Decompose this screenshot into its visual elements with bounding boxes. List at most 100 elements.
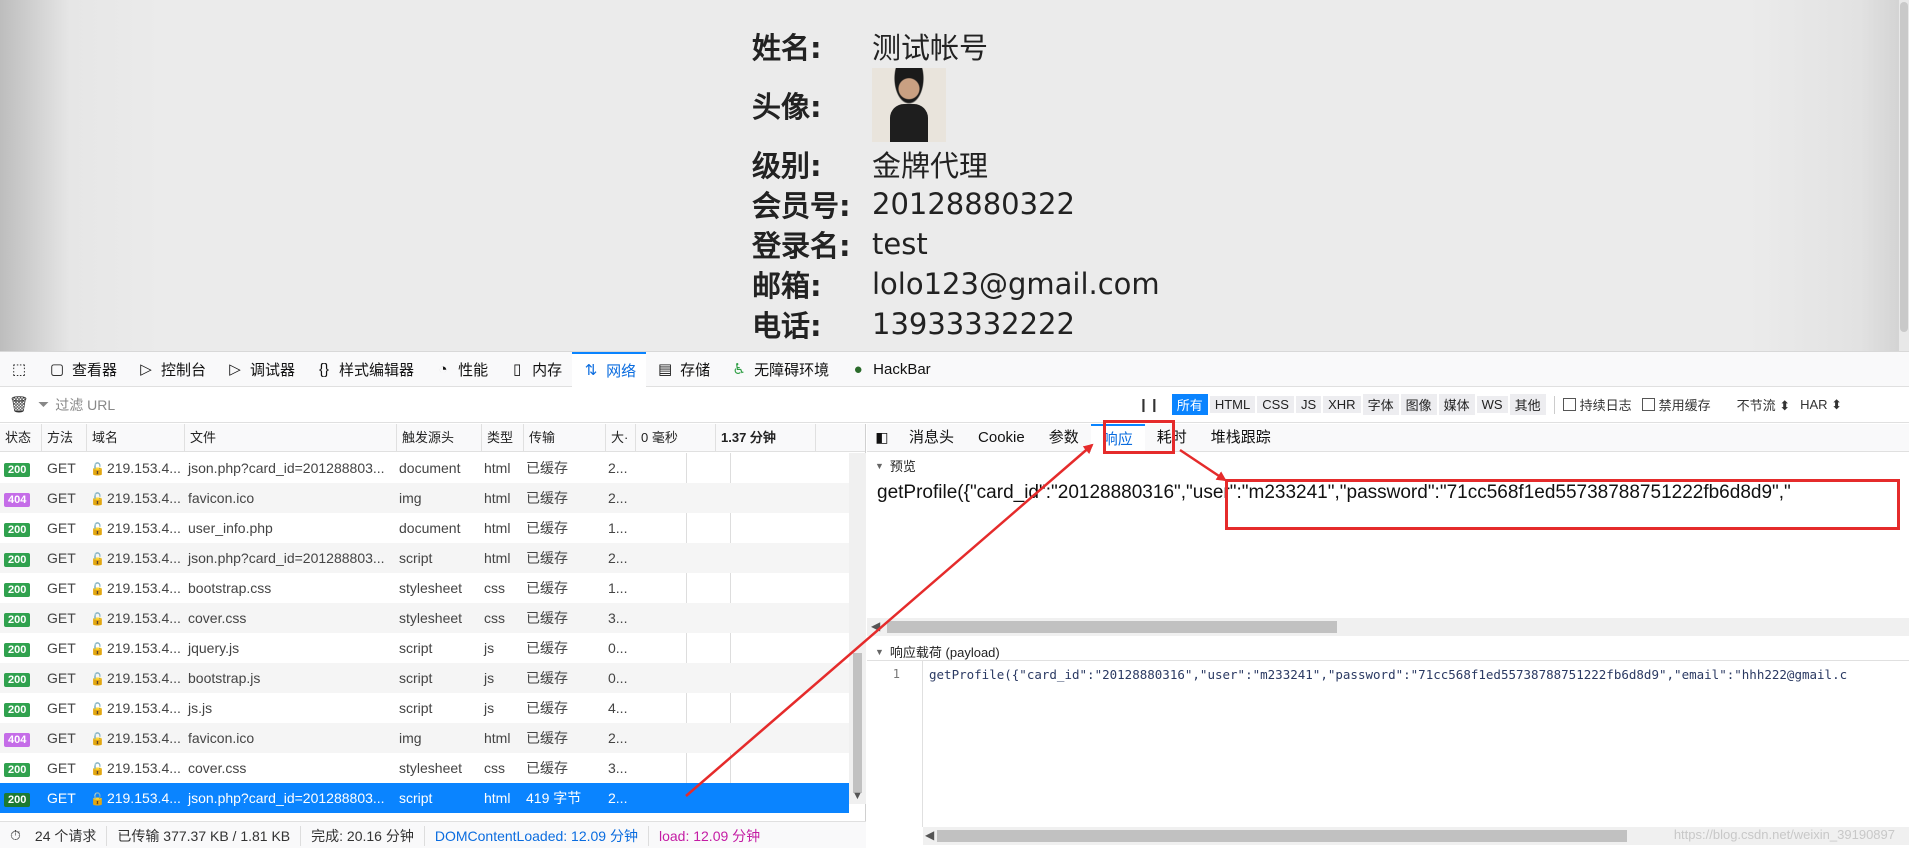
tab-accessibility[interactable]: ♿ 无障碍环境 <box>720 352 839 387</box>
filter-tab-fonts[interactable]: 字体 <box>1362 394 1399 415</box>
scroll-thumb[interactable] <box>887 621 1337 633</box>
file-cell: bootstrap.js <box>188 670 261 686</box>
payload-editor[interactable]: 1 getProfile({"card_id":"20128880316","u… <box>867 660 1909 827</box>
table-row[interactable]: 200 GET 🔓 219.153.4... user_info.php document… <box>0 513 849 543</box>
har-menu[interactable]: HAR ⬍ <box>1800 397 1842 413</box>
persist-log-checkbox[interactable]: 持续日志 <box>1562 395 1632 414</box>
size-cell: 3... <box>608 760 628 776</box>
table-row[interactable]: 200 GET 🔓 219.153.4... bootstrap.css styleshe… <box>0 573 849 603</box>
table-row[interactable]: 404 GET 🔓 219.153.4... favicon.ico img html 已缓存… <box>0 483 849 513</box>
col-status[interactable]: 状态 <box>0 423 42 452</box>
table-row[interactable]: 200 GET 🔓 219.153.4... cover.css stylesheet cs… <box>0 753 849 783</box>
screenshot: 姓名: 测试帐号 头像: 级别: 金牌代理 会员号: 20128880322 登… <box>0 0 1909 848</box>
size-cell: 2... <box>608 730 628 746</box>
checkbox-box[interactable] <box>1641 398 1655 411</box>
page-scrollbar[interactable] <box>1899 0 1909 351</box>
throttle-select[interactable]: 不节流 ⬍ <box>1737 395 1791 414</box>
inspector-icon: ▢ <box>49 361 65 378</box>
profile-label: 级别: <box>752 149 822 183</box>
col-domain[interactable]: 域名 <box>87 423 185 452</box>
checkbox-box[interactable] <box>1562 398 1576 411</box>
picker-button[interactable]: ⬚ <box>0 352 38 387</box>
profile-row-avatar: 头像: <box>752 66 1160 144</box>
tab-network[interactable]: ⇅ 网络 <box>572 351 647 387</box>
filter-tab-other[interactable]: 其他 <box>1509 394 1546 415</box>
filter-tab-media[interactable]: 媒体 <box>1438 394 1475 415</box>
cause-cell: script <box>399 640 433 656</box>
pause-icon[interactable]: ❙❙ <box>1138 397 1160 413</box>
transferred-size: 已传输 377.37 KB / 1.81 KB <box>107 825 302 846</box>
col-file[interactable]: 文件 <box>185 423 397 452</box>
table-row[interactable]: 200 GET 🔓 219.153.4... cover.css stylesheet cs… <box>0 603 849 633</box>
tab-console[interactable]: ▷ 控制台 <box>127 352 216 387</box>
tab-storage[interactable]: ▤ 存储 <box>646 352 720 387</box>
file-cell: json.php?card_id=201288803... <box>188 550 385 566</box>
file-cell: favicon.ico <box>188 490 255 506</box>
type-cell: js <box>484 640 495 656</box>
scroll-down-arrow-icon[interactable]: ▼ <box>852 790 863 802</box>
table-row[interactable]: 200 GET 🔓 219.153.4... js.js script js 已缓存 4... <box>0 693 849 723</box>
filter-tab-xhr[interactable]: XHR <box>1323 396 1361 413</box>
toggle-panel-icon[interactable]: ◧ <box>867 429 897 446</box>
scroll-thumb[interactable] <box>1900 2 1908 332</box>
insecure-lock-icon: 🔓 <box>90 522 105 536</box>
filter-tab-html[interactable]: HTML <box>1209 396 1256 413</box>
type-cell: js <box>484 670 495 686</box>
details-tabs: ◧ 消息头 Cookie 参数 响应 耗时 堆栈跟踪 <box>867 423 1909 452</box>
scroll-thumb[interactable] <box>853 653 862 793</box>
tab-performance[interactable]: ◔ 性能 <box>424 352 498 387</box>
braces-icon: {} <box>319 360 330 378</box>
filter-tab-js[interactable]: JS <box>1295 396 1322 413</box>
profile-row-member-id: 会员号: 20128880322 <box>752 184 1160 224</box>
profile-row-level: 级别: 金牌代理 <box>752 144 1160 184</box>
tab-cookie[interactable]: Cookie <box>966 424 1037 452</box>
tab-stack-trace[interactable]: 堆栈跟踪 <box>1199 424 1283 452</box>
col-cause[interactable]: 触发源头 <box>397 423 482 452</box>
tab-inspector[interactable]: ▢ 查看器 <box>38 352 127 387</box>
scroll-left-arrow-icon[interactable]: ◀ <box>871 619 880 633</box>
tab-style-editor[interactable]: {} 样式编辑器 <box>305 352 424 387</box>
table-row[interactable]: 200 GET 🔓 219.153.4... bootstrap.js script js 已… <box>0 663 849 693</box>
preview-section-header[interactable]: ▼ 预览 <box>867 452 1909 479</box>
method-cell: GET <box>47 700 76 716</box>
table-row[interactable]: 200 GET 🔓 219.153.4... json.php?card_id=2012… <box>0 783 849 813</box>
col-waterfall-mark: 1.37 分钟 <box>716 423 816 452</box>
request-list-scrollbar[interactable]: ▼ <box>849 453 866 804</box>
preview-hscrollbar[interactable]: ◀ <box>867 618 1909 636</box>
table-row[interactable]: 404 GET 🔓 219.153.4... favicon.ico img html 已缓存… <box>0 723 849 753</box>
filter-tab-ws[interactable]: WS <box>1476 396 1508 413</box>
col-transfer[interactable]: 传输 <box>524 423 606 452</box>
table-row[interactable]: 200 GET 🔓 219.153.4... jquery.js script js 已缓存 0… <box>0 633 849 663</box>
col-method[interactable]: 方法 <box>42 423 87 452</box>
profile-label: 头像: <box>752 90 822 124</box>
col-type[interactable]: 类型 <box>482 423 524 452</box>
status-badge: 200 <box>4 672 31 687</box>
domain-cell: 🔓 219.153.4... <box>87 580 185 596</box>
type-cell: html <box>484 490 511 506</box>
status-cell: 200 <box>0 670 42 687</box>
col-size[interactable]: 大· <box>606 423 636 452</box>
scroll-thumb[interactable] <box>937 830 1627 842</box>
filter-url-input[interactable]: ⏷ 过滤 URL <box>38 395 1138 415</box>
stopwatch-icon[interactable]: ⏱ <box>0 827 25 844</box>
tab-hackbar[interactable]: ● HackBar <box>839 352 941 387</box>
filter-tab-images[interactable]: 图像 <box>1400 394 1437 415</box>
clear-trash-icon[interactable]: 🗑 <box>0 395 38 415</box>
method-cell: GET <box>47 520 76 536</box>
filter-tab-css[interactable]: CSS <box>1257 396 1294 413</box>
tab-params[interactable]: 参数 <box>1037 424 1091 452</box>
table-row[interactable]: 200 GET 🔓 219.153.4... json.php?card_id=2012… <box>0 543 849 573</box>
domain-cell: 🔓 219.153.4... <box>87 520 185 536</box>
status-cell: 200 <box>0 700 42 717</box>
tab-debugger[interactable]: ▷ 调试器 <box>216 352 305 387</box>
table-row[interactable]: 200 GET 🔓 219.153.4... json.php?card_id=2012… <box>0 453 849 483</box>
disable-cache-checkbox[interactable]: 禁用缓存 <box>1641 395 1711 414</box>
scroll-left-arrow-icon[interactable]: ◀ <box>925 828 934 842</box>
filter-tab-all[interactable]: 所有 <box>1171 394 1208 415</box>
tab-headers[interactable]: 消息头 <box>897 424 966 452</box>
profile-value: 20128880322 <box>872 187 1075 221</box>
status-cell: 200 <box>0 580 42 597</box>
profile-value: test <box>872 227 928 261</box>
profile-label: 邮箱: <box>752 269 822 303</box>
tab-memory[interactable]: ▯ 内存 <box>498 352 572 387</box>
